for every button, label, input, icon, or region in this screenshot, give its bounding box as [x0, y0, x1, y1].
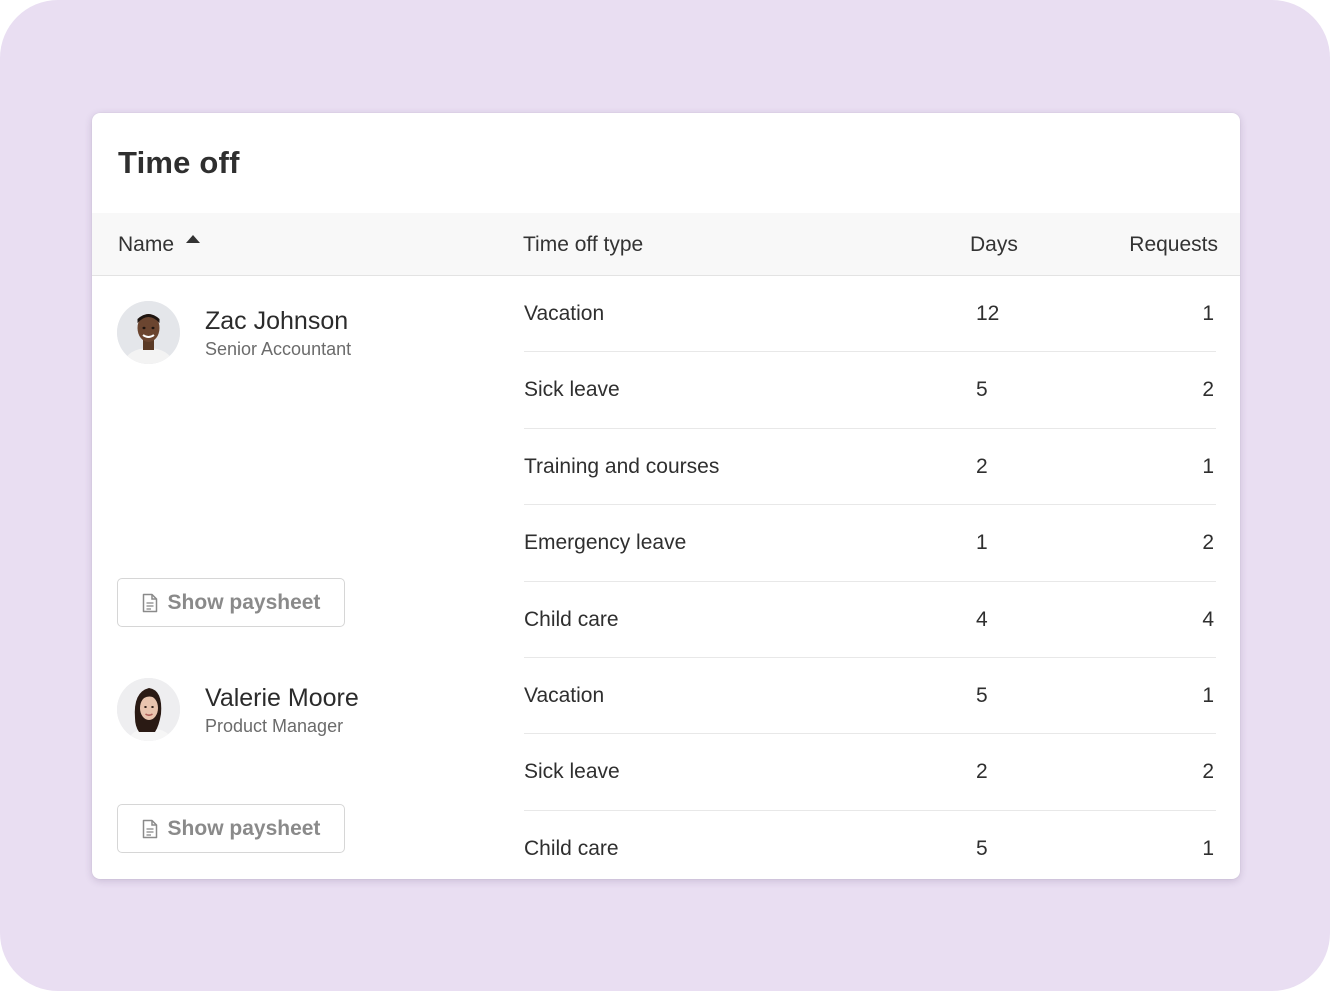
days-cell: 1 [976, 531, 988, 555]
employee-name: Zac Johnson [205, 307, 349, 335]
employee-name: Valerie Moore [205, 684, 359, 712]
table-row: Sick leave 2 2 [524, 734, 1216, 811]
column-header-time-off-type[interactable]: Time off type [523, 233, 643, 257]
table-row: Child care 5 1 [524, 811, 1216, 879]
time-off-type-cell: Child care [524, 836, 619, 860]
document-icon [142, 593, 157, 612]
avatar [117, 301, 180, 364]
show-paysheet-button[interactable]: Show paysheet [117, 578, 345, 627]
column-header-name[interactable]: Name [118, 233, 201, 257]
table-row: Training and courses 2 1 [524, 429, 1216, 506]
requests-cell: 2 [1202, 760, 1214, 784]
table-row: Sick leave 5 2 [524, 352, 1216, 429]
time-off-type-cell: Training and courses [524, 454, 720, 478]
time-off-type-cell: Child care [524, 607, 619, 631]
time-off-rows: Vacation 12 1 Sick leave 5 2 Training an… [524, 276, 1216, 879]
requests-cell: 2 [1202, 531, 1214, 555]
time-off-type-cell: Sick leave [524, 378, 620, 402]
show-paysheet-label: Show paysheet [167, 590, 321, 614]
employee-role: Product Manager [205, 716, 344, 736]
avatar [117, 678, 180, 741]
document-icon [142, 819, 157, 838]
days-cell: 5 [976, 683, 988, 707]
requests-cell: 4 [1202, 607, 1214, 631]
time-off-type-cell: Sick leave [524, 760, 620, 784]
column-header-label: Name [118, 233, 175, 256]
column-header-days[interactable]: Days [970, 233, 1018, 257]
requests-cell: 1 [1202, 683, 1214, 707]
requests-cell: 2 [1202, 378, 1214, 402]
days-cell: 2 [976, 454, 988, 478]
avatar-man-icon [117, 301, 180, 364]
days-cell: 4 [976, 607, 988, 631]
table-row: Vacation 12 1 [524, 276, 1216, 353]
requests-cell: 1 [1202, 302, 1214, 325]
table-header: Name Time off type Days Requests [92, 213, 1240, 276]
time-off-card: Time off Name Time off type Days Request… [92, 113, 1240, 879]
employee-role: Senior Accountant [205, 339, 352, 359]
table-row: Vacation 5 1 [524, 658, 1216, 735]
column-header-requests[interactable]: Requests [1129, 233, 1218, 257]
days-cell: 12 [976, 302, 1000, 325]
time-off-type-cell: Vacation [524, 683, 605, 707]
page-title: Time off [118, 145, 240, 180]
sort-ascending-icon[interactable] [186, 235, 201, 243]
requests-cell: 1 [1202, 454, 1214, 478]
days-cell: 5 [976, 378, 988, 402]
show-paysheet-button[interactable]: Show paysheet [117, 804, 345, 853]
time-off-type-cell: Emergency leave [524, 531, 687, 555]
time-off-type-cell: Vacation [524, 302, 605, 325]
avatar-woman-icon [117, 678, 180, 741]
days-cell: 2 [976, 760, 988, 784]
days-cell: 5 [976, 836, 988, 860]
table-row: Emergency leave 1 2 [524, 505, 1216, 582]
show-paysheet-label: Show paysheet [167, 816, 321, 840]
requests-cell: 1 [1202, 836, 1214, 860]
table-row: Child care 4 4 [524, 582, 1216, 658]
